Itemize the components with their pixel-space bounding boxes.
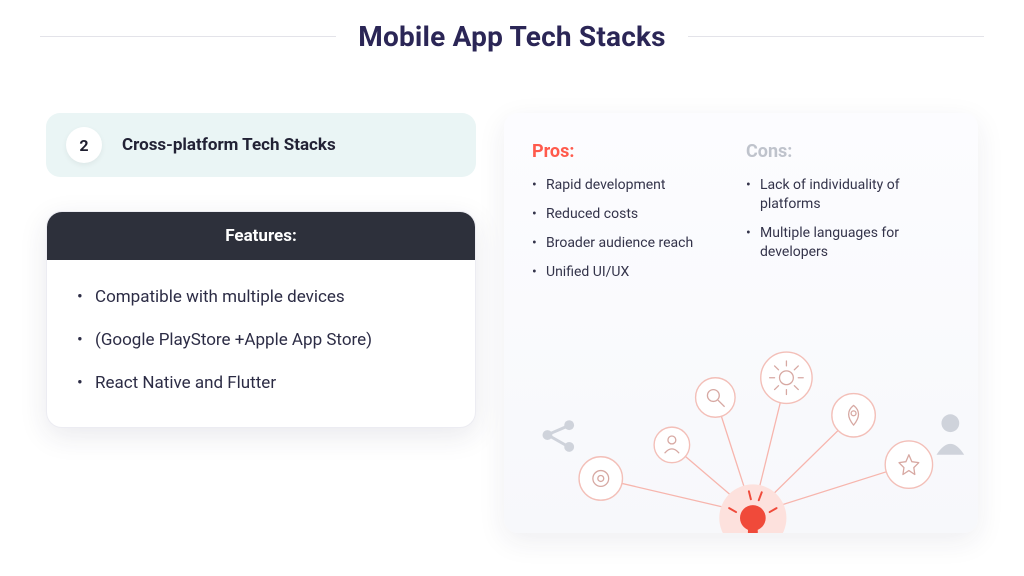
divider-left xyxy=(40,36,336,37)
left-column: 2 Cross-platform Tech Stacks Features: C… xyxy=(46,113,476,533)
list-item: Compatible with multiple devices xyxy=(77,286,445,309)
pros-heading: Pros: xyxy=(532,141,736,162)
two-column-layout: 2 Cross-platform Tech Stacks Features: C… xyxy=(40,113,984,533)
pros-list: Rapid development Reduced costs Broader … xyxy=(532,176,736,282)
gear-icon xyxy=(770,361,804,395)
features-heading: Features: xyxy=(47,212,475,260)
divider-right xyxy=(688,36,984,37)
features-list: Compatible with multiple devices (Google… xyxy=(77,286,445,395)
list-item: Multiple languages for developers xyxy=(746,224,950,262)
list-item: React Native and Flutter xyxy=(77,372,445,395)
network-illustration xyxy=(504,337,978,533)
share-icon xyxy=(543,420,575,452)
features-card: Features: Compatible with multiple devic… xyxy=(46,211,476,428)
right-panel: Pros: Rapid development Reduced costs Br… xyxy=(504,113,978,533)
list-item: Rapid development xyxy=(532,176,736,195)
features-body: Compatible with multiple devices (Google… xyxy=(47,260,475,427)
list-item: Unified UI/UX xyxy=(532,263,736,282)
pros-column: Pros: Rapid development Reduced costs Br… xyxy=(532,141,736,282)
section-title: Cross-platform Tech Stacks xyxy=(122,135,336,155)
pros-cons-row: Pros: Rapid development Reduced costs Br… xyxy=(532,141,950,282)
page-title: Mobile App Tech Stacks xyxy=(358,20,666,53)
person-icon xyxy=(665,436,679,453)
cons-list: Lack of individuality of platforms Multi… xyxy=(746,176,950,262)
section-number: 2 xyxy=(79,136,88,155)
cons-heading: Cons: xyxy=(746,141,950,162)
section-number-badge: 2 xyxy=(66,127,102,163)
person-silhouette-icon xyxy=(937,414,965,454)
lightbulb-icon xyxy=(729,491,776,533)
title-row: Mobile App Tech Stacks xyxy=(40,20,984,53)
star-icon xyxy=(899,455,919,475)
pin-icon xyxy=(849,405,859,425)
target-icon xyxy=(593,471,609,487)
list-item: Lack of individuality of platforms xyxy=(746,176,950,214)
slide: Mobile App Tech Stacks 2 Cross-platform … xyxy=(0,0,1024,533)
search-icon xyxy=(707,390,724,407)
list-item: Reduced costs xyxy=(532,205,736,224)
list-item: (Google PlayStore +Apple App Store) xyxy=(77,329,445,352)
section-pill: 2 Cross-platform Tech Stacks xyxy=(46,113,476,177)
cons-column: Cons: Lack of individuality of platforms… xyxy=(746,141,950,282)
list-item: Broader audience reach xyxy=(532,234,736,253)
